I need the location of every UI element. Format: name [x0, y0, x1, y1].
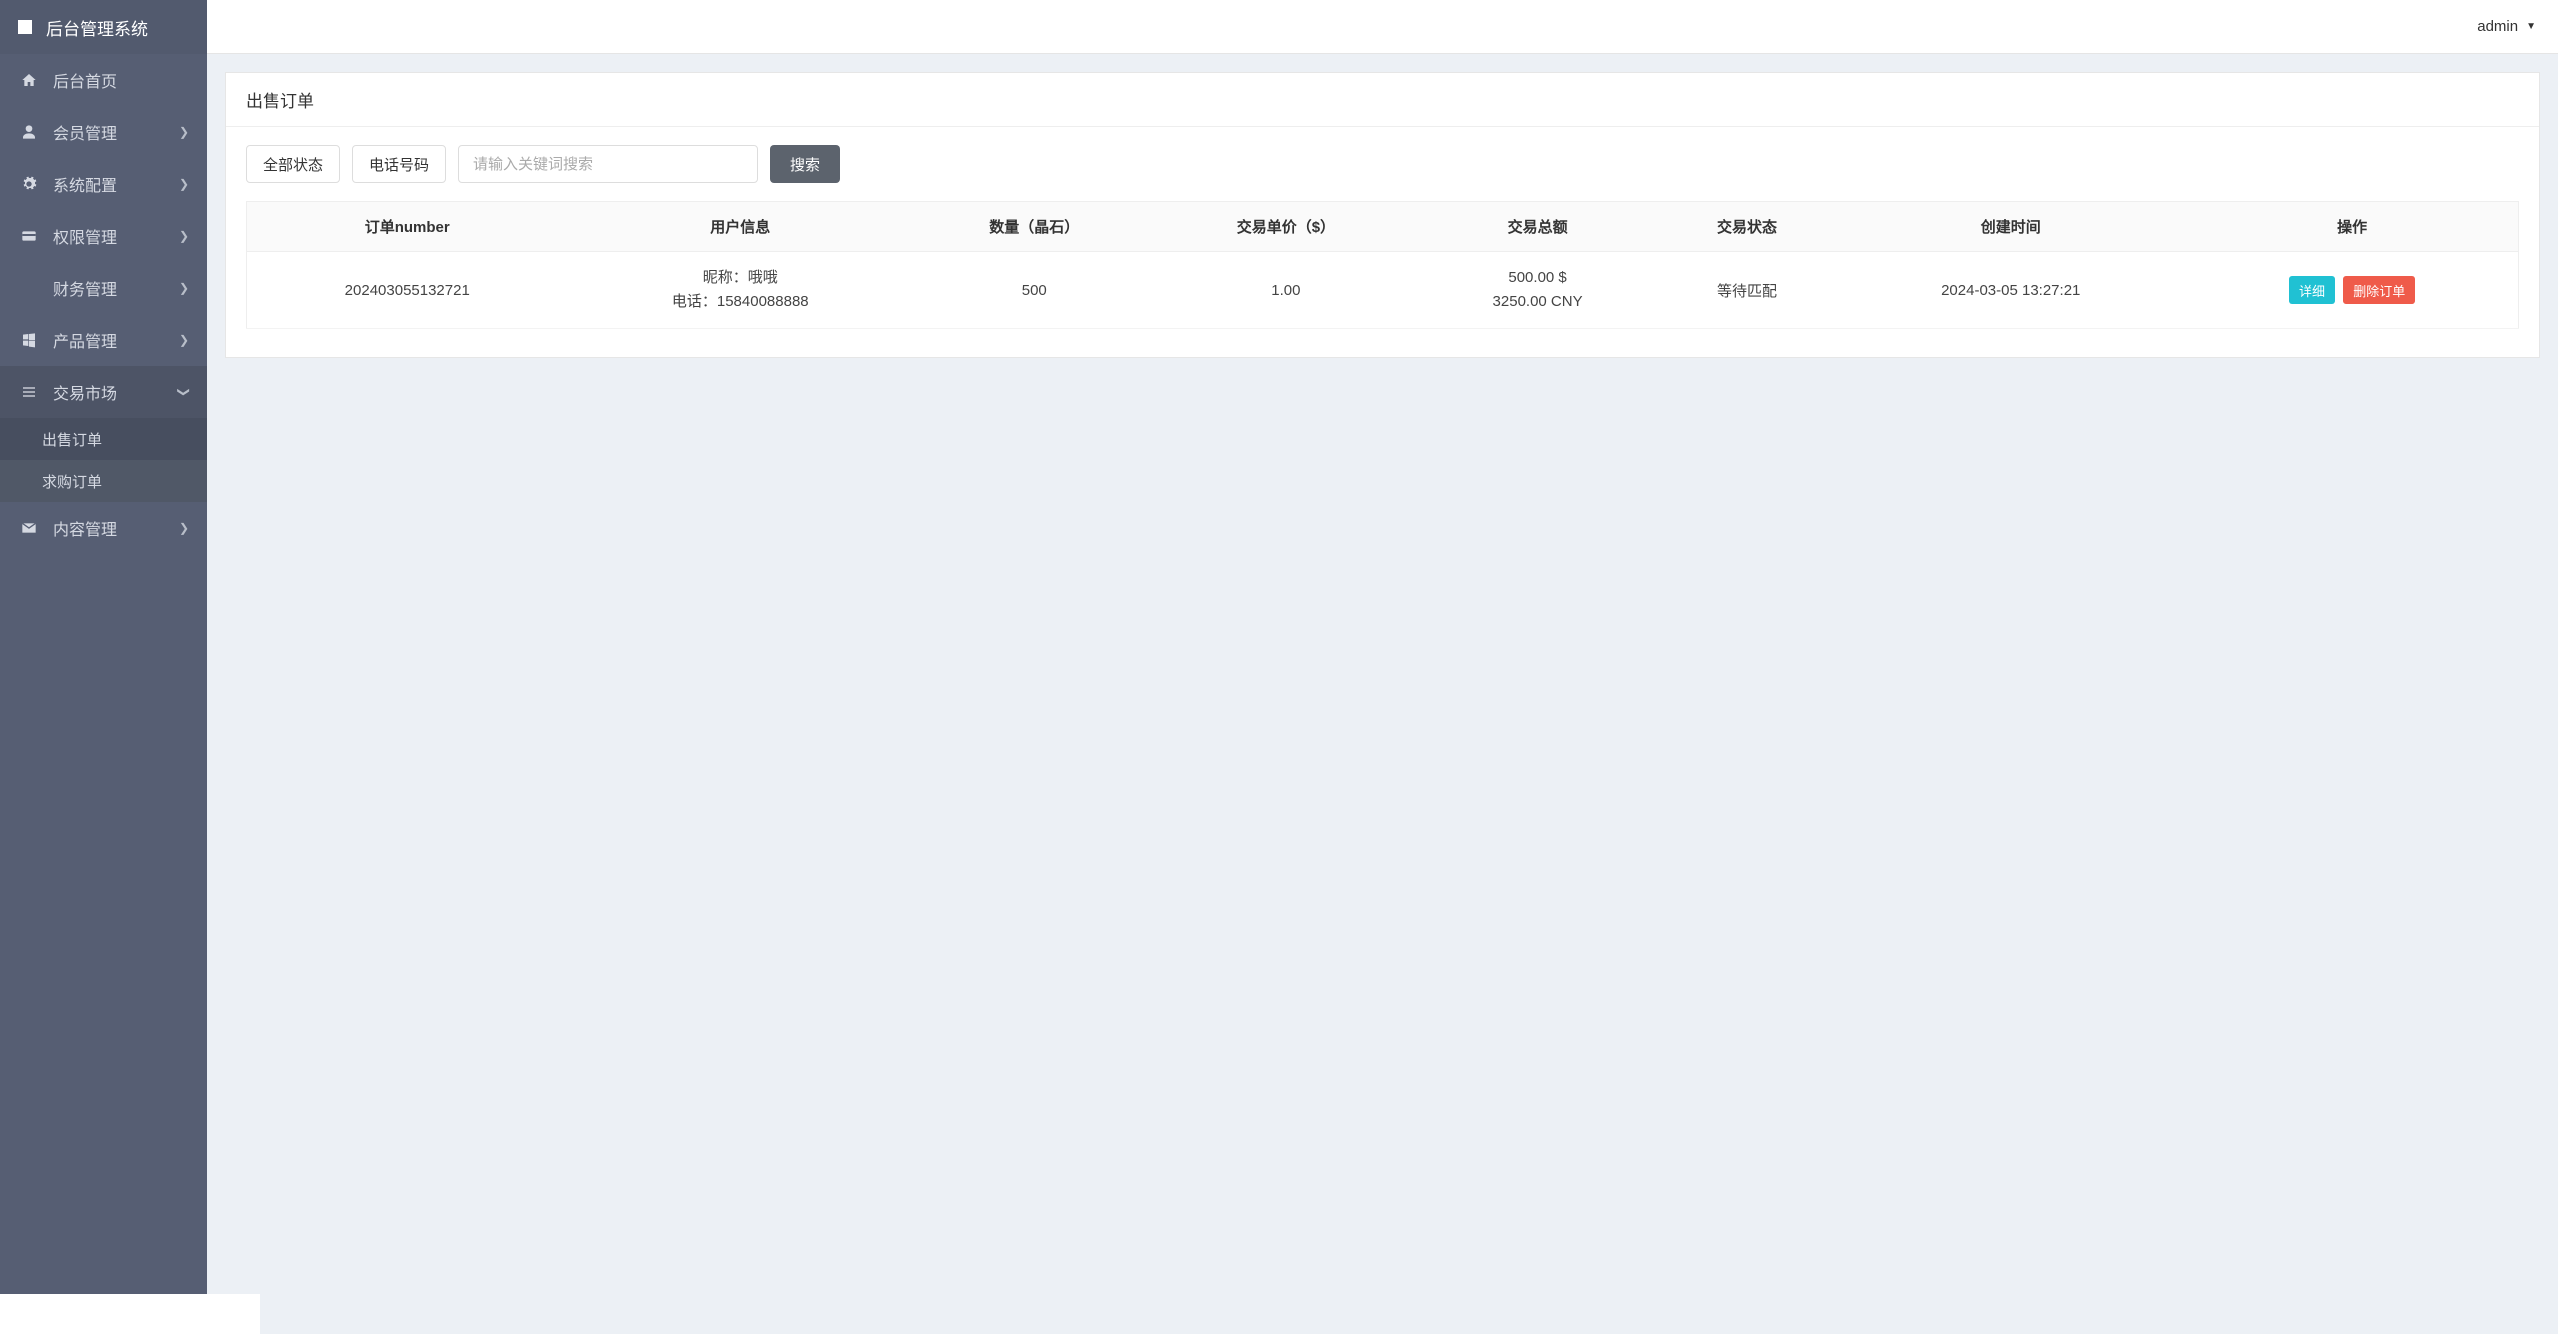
nav-system[interactable]: 系统配置 ❯ — [0, 158, 207, 210]
nav-sell-orders[interactable]: 出售订单 — [0, 418, 207, 460]
cell-qty: 500 — [913, 252, 1155, 329]
brand-icon — [18, 20, 32, 34]
nav-label: 内容管理 — [53, 516, 179, 540]
status-filter-dropdown[interactable]: 全部状态 — [246, 145, 340, 183]
nav-sub-label: 求购订单 — [42, 471, 102, 492]
sidebar: 后台管理系统 后台首页 会员管理 ❯ 系统配置 ❯ — [0, 0, 207, 1334]
cell-order-no: 202403055132721 — [247, 252, 568, 329]
delete-button[interactable]: 删除订单 — [2343, 276, 2415, 304]
page-title: 出售订单 — [226, 73, 2539, 127]
orders-table: 订单number 用户信息 数量（晶石） 交易单价（$） 交易总额 交易状态 创… — [246, 201, 2519, 329]
col-status: 交易状态 — [1659, 202, 1835, 252]
nav-content[interactable]: 内容管理 ❯ — [0, 502, 207, 554]
table-row: 202403055132721 昵称：哦哦 电话：15840088888 500… — [247, 252, 2519, 329]
nav-sub-label: 出售订单 — [42, 429, 102, 450]
status-filter-label: 全部状态 — [263, 154, 323, 175]
nav-finance[interactable]: 财务管理 ❯ — [0, 262, 207, 314]
col-total: 交易总额 — [1416, 202, 1659, 252]
nav-market[interactable]: 交易市场 ❯ — [0, 366, 207, 418]
nav-label: 会员管理 — [53, 120, 179, 144]
card-icon — [21, 228, 39, 244]
nav-label: 交易市场 — [53, 380, 179, 404]
windows-icon — [21, 332, 39, 348]
chevron-right-icon: ❯ — [179, 333, 189, 347]
caret-down-icon: ▼ — [2526, 21, 2536, 32]
topbar: admin ▼ — [207, 0, 2558, 54]
nav-market-sub: 出售订单 求购订单 — [0, 418, 207, 502]
field-filter-label: 电话号码 — [369, 154, 429, 175]
user-dropdown[interactable]: admin ▼ — [2477, 18, 2536, 35]
col-order-no: 订单number — [247, 202, 568, 252]
filter-row: 全部状态 电话号码 搜索 — [246, 145, 2519, 183]
nick-label: 昵称： — [703, 269, 748, 286]
chevron-down-icon: ❯ — [177, 387, 191, 397]
content: 出售订单 全部状态 电话号码 搜索 订单number 用户信息 数量（晶石） — [207, 0, 2558, 1334]
nav-home[interactable]: 后台首页 — [0, 54, 207, 106]
brand: 后台管理系统 — [0, 0, 207, 54]
nav-members[interactable]: 会员管理 ❯ — [0, 106, 207, 158]
nav-label: 系统配置 — [53, 172, 179, 196]
cell-created: 2024-03-05 13:27:21 — [1835, 252, 2186, 329]
envelope-icon — [21, 520, 39, 536]
field-filter-dropdown[interactable]: 电话号码 — [352, 145, 446, 183]
cell-status: 等待匹配 — [1659, 252, 1835, 329]
user-icon — [21, 124, 39, 140]
phone-label: 电话： — [672, 293, 717, 310]
col-unit-price: 交易单价（$） — [1155, 202, 1416, 252]
cogs-icon — [21, 176, 39, 192]
brand-title: 后台管理系统 — [46, 15, 148, 40]
card-body: 全部状态 电话号码 搜索 订单number 用户信息 数量（晶石） 交易单价（$… — [226, 127, 2539, 357]
chevron-right-icon: ❯ — [179, 125, 189, 139]
detail-button[interactable]: 详细 — [2289, 276, 2335, 304]
cell-user-info: 昵称：哦哦 电话：15840088888 — [567, 252, 913, 329]
chevron-right-icon: ❯ — [179, 521, 189, 535]
nav-permissions[interactable]: 权限管理 ❯ — [0, 210, 207, 262]
col-created: 创建时间 — [1835, 202, 2186, 252]
col-actions: 操作 — [2186, 202, 2518, 252]
nav-products[interactable]: 产品管理 ❯ — [0, 314, 207, 366]
search-button[interactable]: 搜索 — [770, 145, 840, 183]
nav-label: 权限管理 — [53, 224, 179, 248]
bars-icon — [21, 384, 39, 400]
col-user-info: 用户信息 — [567, 202, 913, 252]
search-input[interactable] — [458, 145, 758, 183]
col-qty: 数量（晶石） — [913, 202, 1155, 252]
bottom-blank-panel — [0, 1294, 260, 1334]
home-icon — [21, 72, 39, 88]
nav-label: 财务管理 — [53, 276, 179, 300]
chevron-right-icon: ❯ — [179, 229, 189, 243]
cell-actions: 详细 删除订单 — [2186, 252, 2518, 329]
nav-label: 后台首页 — [53, 68, 189, 92]
chevron-right-icon: ❯ — [179, 177, 189, 191]
total-cny: 3250.00 CNY — [1493, 293, 1583, 310]
card: 出售订单 全部状态 电话号码 搜索 订单number 用户信息 数量（晶石） — [225, 72, 2540, 358]
chevron-right-icon: ❯ — [179, 281, 189, 295]
nick-value: 哦哦 — [748, 269, 778, 286]
nav-menu: 后台首页 会员管理 ❯ 系统配置 ❯ 权限管理 ❯ 财务管理 ❯ — [0, 54, 207, 554]
phone-value: 15840088888 — [717, 293, 809, 310]
user-name: admin — [2477, 18, 2518, 35]
cell-unit-price: 1.00 — [1155, 252, 1416, 329]
nav-buy-orders[interactable]: 求购订单 — [0, 460, 207, 502]
nav-label: 产品管理 — [53, 328, 179, 352]
total-usd: 500.00 $ — [1508, 269, 1566, 286]
table-header-row: 订单number 用户信息 数量（晶石） 交易单价（$） 交易总额 交易状态 创… — [247, 202, 2519, 252]
cell-total: 500.00 $ 3250.00 CNY — [1416, 252, 1659, 329]
